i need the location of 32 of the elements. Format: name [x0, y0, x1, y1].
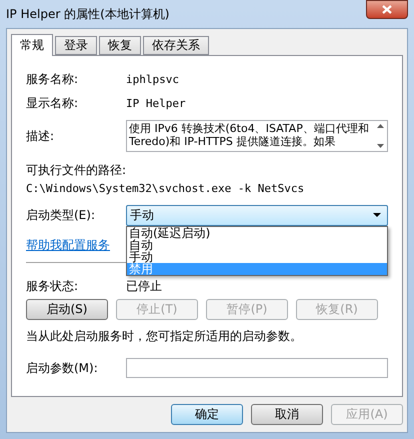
start-params-field[interactable] [126, 358, 388, 378]
description-box[interactable]: 使用 IPv6 转换技术(6to4、ISATAP、端口代理和 Teredo)和 IP-HTTPS 提供隧道连接。如果 [126, 120, 388, 152]
service-name-value: iphlpsvc [126, 72, 179, 86]
close-icon [382, 4, 392, 14]
tab[interactable]: 恢复 [99, 36, 141, 55]
dialog-button[interactable]: 取消 [251, 404, 323, 425]
help-link[interactable]: 帮助我配置服务 [26, 236, 110, 254]
dropdown-option[interactable]: 自动(延迟启动) [127, 226, 387, 238]
caret-icon [373, 213, 381, 217]
dropdown-option[interactable]: 手动 [127, 250, 387, 262]
dialog-button[interactable]: 确定 [171, 404, 243, 425]
tab[interactable]: 依存关系 [143, 36, 209, 55]
scroll-up-icon [376, 124, 384, 128]
field-label: 显示名称: [26, 94, 80, 112]
service-button[interactable]: 启动(S) [26, 299, 108, 320]
window-title: IP Helper 的属性(本地计算机) [6, 6, 170, 22]
scroll-down-icon [376, 144, 384, 148]
tab[interactable]: 常规 [11, 34, 53, 56]
status-value: 已停止 [126, 278, 162, 294]
field-label: 描述: [26, 128, 56, 144]
field-label: 服务状态: [26, 278, 80, 294]
params-hint: 当从此处启动服务时，您可指定所适用的启动参数。 [26, 328, 303, 345]
display-name-value: IP Helper [126, 96, 186, 110]
executable-path: C:\Windows\System32\svchost.exe -k NetSvcs [26, 182, 306, 195]
dropdown-option[interactable]: 自动 [127, 238, 387, 250]
tab[interactable]: 登录 [55, 36, 97, 55]
field-label: 启动类型(E): [26, 206, 96, 224]
field-label: 服务名称: [26, 70, 80, 88]
close-button[interactable] [366, 0, 408, 18]
field-label: 启动参数(M): [26, 360, 99, 376]
startup-type-dropdown[interactable]: 手动 [126, 204, 388, 226]
field-label: 可执行文件的路径: [26, 162, 128, 179]
